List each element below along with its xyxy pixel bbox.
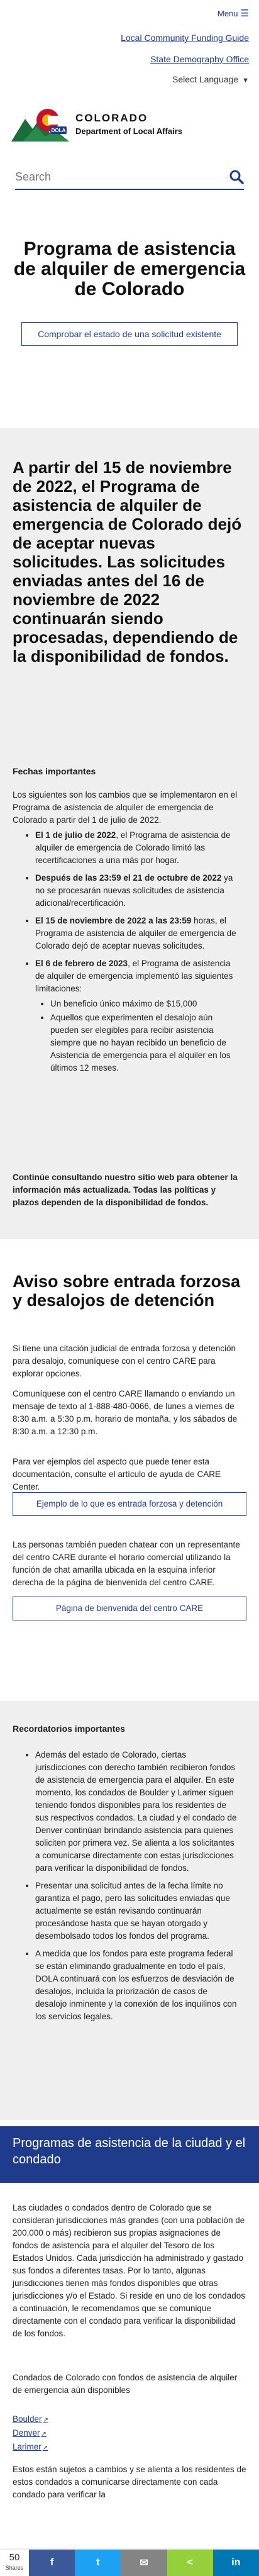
example-forcible-entry-button[interactable]: Ejemplo de lo que es entrada forzosa y d… [13, 1492, 246, 1516]
share-count-label: Shares [5, 2565, 24, 2571]
county-links: Boulder Denver Larimer [13, 2413, 48, 2455]
share-bar: 50 Shares f t ✉ < in [0, 2550, 259, 2576]
list-item: El 6 de febrero de 2023, el Programa de … [35, 957, 236, 1074]
check-application-status-button[interactable]: Comprobar el estado de una solicitud exi… [21, 322, 238, 346]
important-reminders-list: Además del estado de Colorado, ciertas j… [35, 1749, 239, 2028]
twitter-icon: t [96, 2557, 100, 2568]
search-icon[interactable] [229, 169, 244, 184]
list-item: Aquellos que experimenten el desalojo aú… [50, 1012, 236, 1074]
utility-links: Local Community Funding Guide State Demo… [0, 25, 259, 65]
linkedin-share-button[interactable]: in [212, 2550, 259, 2576]
facebook-icon: f [50, 2557, 54, 2568]
share-count: 50 Shares [0, 2550, 29, 2576]
email-icon: ✉ [140, 2558, 148, 2568]
link-local-community-funding-guide[interactable]: Local Community Funding Guide [10, 31, 249, 44]
list-item: Después de las 23:59 el 21 de octubre de… [35, 872, 236, 910]
list-item: Un beneficio único máximo de $15,000 [50, 998, 236, 1010]
list-item: A medida que los fondos para este progra… [35, 1948, 239, 2023]
twitter-share-button[interactable]: t [75, 2550, 121, 2576]
eviction-paragraph-2: Comuníquese con el centro CARE llamando … [13, 1389, 238, 1436]
list-item: El 15 de noviembre de 2022 a las 23:59 h… [35, 915, 236, 952]
logo-text: DOLA [52, 128, 66, 133]
important-dates-list: El 1 de julio de 2022, el Programa de as… [35, 829, 236, 1079]
brand-text: COLORADO Department of Local Affairs [75, 112, 182, 136]
eviction-paragraph-3: Para ver ejemplos del aspecto que puede … [13, 1457, 221, 1492]
menu-label: Menu [218, 9, 238, 18]
link-state-demography-office[interactable]: State Demography Office [10, 53, 249, 65]
list-item: Presentar una solicitud antes de la fech… [35, 1880, 239, 1943]
city-county-paragraph-2: Condados de Colorado con fondos de asist… [13, 2373, 238, 2395]
city-county-paragraph-3: Estos están sujetos a cambios y se alien… [13, 2465, 246, 2499]
email-share-button[interactable]: ✉ [121, 2550, 167, 2576]
link-boulder[interactable]: Boulder [13, 2413, 48, 2427]
eviction-paragraph-1: Si tiene una citación judicial de entrad… [13, 1344, 236, 1378]
important-dates-intro: Los siguientes son los cambios que se im… [13, 790, 238, 825]
hero: Programa de asistencia de alquiler de em… [0, 190, 259, 379]
important-reminders-title: Recordatorios importantes [13, 1724, 125, 1734]
brand-name: COLORADO [75, 112, 148, 124]
share-count-number: 50 [9, 2552, 20, 2563]
chevron-down-icon: ▼ [242, 77, 249, 84]
link-denver[interactable]: Denver [13, 2427, 48, 2441]
eviction-notice-title: Aviso sobre entrada forzosa y desalojos … [13, 1272, 241, 1310]
language-selector[interactable]: Select Language ▼ [0, 74, 259, 93]
hamburger-icon: ☰ [240, 8, 249, 19]
link-larimer[interactable]: Larimer [13, 2441, 48, 2455]
linkedin-icon: in [231, 2557, 241, 2568]
list-item: Además del estado de Colorado, ciertas j… [35, 1749, 239, 1875]
search-input[interactable] [15, 170, 204, 184]
brand-logo-block[interactable]: DOLA COLORADO Department of Local Affair… [0, 98, 259, 150]
continue-checking-note: Continúe consultando nuestro sitio web p… [13, 1173, 238, 1207]
eviction-paragraph-4: Las personas también pueden chatear con … [13, 1540, 240, 1587]
language-label: Select Language [172, 74, 239, 84]
top-bar: Menu ☰ [0, 0, 259, 25]
colorado-dola-logo: DOLA [11, 109, 69, 142]
facebook-share-button[interactable]: f [29, 2550, 75, 2576]
city-county-programs-title: Programas de asistencia de la ciudad y e… [0, 2126, 259, 2183]
sharethis-share-button[interactable]: < [167, 2550, 213, 2576]
search-bar [15, 165, 244, 190]
closure-announcement: A partir del 15 de noviembre de 2022, el… [13, 458, 242, 666]
page-title: Programa de asistencia de alquiler de em… [13, 238, 246, 299]
list-item: El 1 de julio de 2022, el Programa de as… [35, 829, 236, 867]
brand-department: Department of Local Affairs [75, 126, 182, 136]
city-county-paragraph-1: Las ciudades o condados dentro de Colora… [13, 2203, 245, 2338]
limitations-sublist: Un beneficio único máximo de $15,000 Aqu… [50, 998, 236, 1074]
menu-button[interactable]: Menu ☰ [218, 8, 249, 19]
care-center-welcome-button[interactable]: Página de bienvenida del centro CARE [13, 1597, 246, 1620]
important-dates-title: Fechas importantes [13, 766, 96, 776]
sharethis-icon: < [187, 2557, 193, 2568]
